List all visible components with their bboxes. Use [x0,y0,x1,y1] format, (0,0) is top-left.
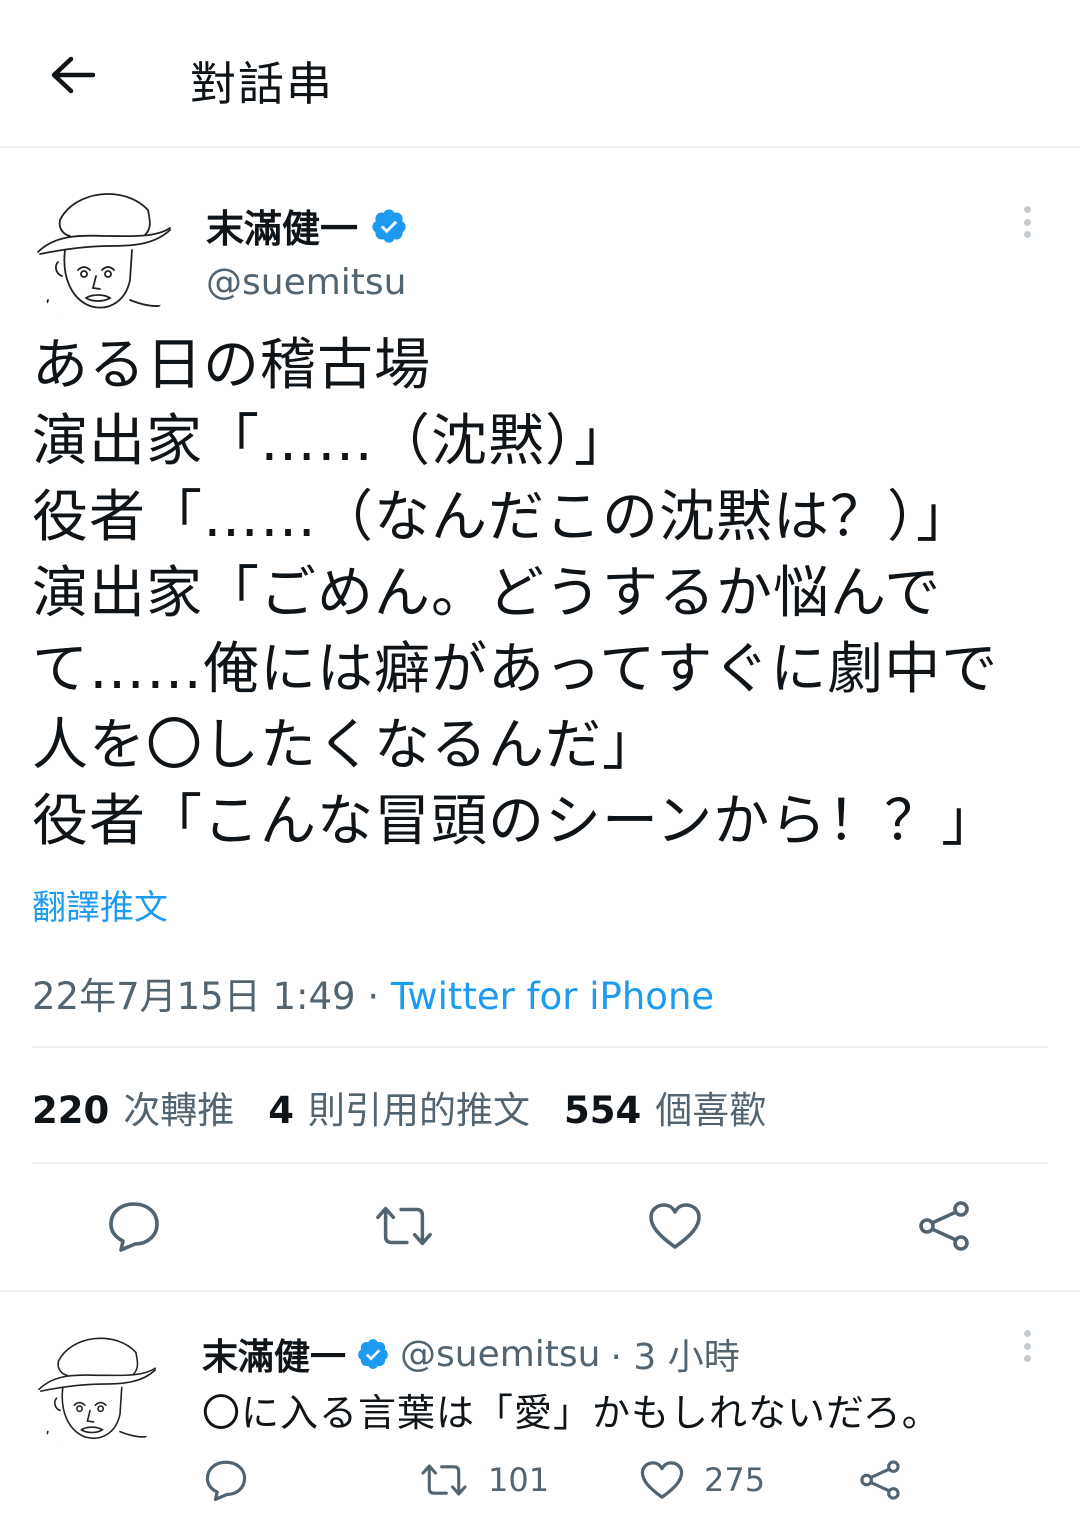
reply-header: 末滿健一 @suemitsu · 3 小時 [202,1328,740,1380]
back-arrow-icon [51,56,95,94]
avatar-sketch-icon [37,193,171,318]
share-button[interactable] [914,1198,974,1254]
like-icon [640,1461,684,1499]
action-bar [0,1198,1080,1254]
reply-icon [109,1202,159,1252]
like-count: 275 [704,1461,766,1499]
retweet-button[interactable] [374,1198,434,1254]
separator: · [355,975,391,1018]
back-button[interactable] [40,45,104,105]
like-button[interactable]: 275 [640,1452,765,1508]
reply-action-bar: 101 275 [0,1452,1080,1508]
retweet-count[interactable]: 220 次轉推 [32,1080,234,1134]
user-handle[interactable]: @suemitsu [400,1334,600,1375]
avatar[interactable] [30,180,180,330]
source-link[interactable]: Twitter for iPhone [391,975,714,1018]
display-name[interactable]: 末滿健一 [206,198,358,253]
avatar[interactable] [32,1326,164,1458]
verified-badge-icon [358,1339,388,1369]
reply-tweet[interactable]: 末滿健一 @suemitsu · 3 小時 〇に入る言葉は「愛」かもしれないだろ… [0,1292,1080,1535]
more-icon[interactable] [1010,1326,1044,1366]
retweet-count: 101 [488,1461,550,1499]
user-name[interactable]: 末滿健一 [206,198,408,253]
share-button[interactable] [858,1452,902,1508]
translate-link[interactable]: 翻譯推文 [32,880,168,929]
retweet-icon [421,1464,467,1496]
share-icon [860,1460,900,1500]
divider [32,1046,1048,1048]
timestamp-row: 22年7月15日 1:49 · Twitter for iPhone [32,966,714,1020]
avatar-sketch-icon [38,1337,156,1447]
divider [32,1162,1048,1164]
top-bar: 對話串 [0,0,1080,148]
quote-count[interactable]: 4 則引用的推文 [268,1080,530,1134]
page-title: 對話串 [190,57,334,111]
reply-time: · 3 小時 [610,1337,740,1378]
reply-text: 〇に入る言葉は「愛」かもしれないだろ。 [202,1391,941,1435]
timestamp[interactable]: 22年7月15日 1:49 [32,975,356,1018]
more-icon[interactable] [1010,202,1044,242]
tweet-text: ある日の稽古場 演出家「……（沈黙）」 役者「……（なんだこの沈黙は？）」 演出… [32,333,999,854]
display-name[interactable]: 末滿健一 [202,1328,346,1380]
retweet-icon [376,1206,432,1246]
reply-icon [205,1460,247,1501]
reply-button[interactable] [104,1198,164,1254]
user-handle[interactable]: @suemitsu [206,262,406,303]
retweet-button[interactable]: 101 [420,1452,549,1508]
reply-button[interactable] [204,1452,248,1508]
share-icon [919,1201,969,1251]
verified-badge-icon [372,208,406,243]
like-button[interactable] [645,1198,705,1254]
stats-row: 220 次轉推 4 則引用的推文 554 個喜歡 [32,1080,766,1134]
like-count[interactable]: 554 個喜歡 [564,1080,766,1134]
like-icon [649,1203,701,1249]
